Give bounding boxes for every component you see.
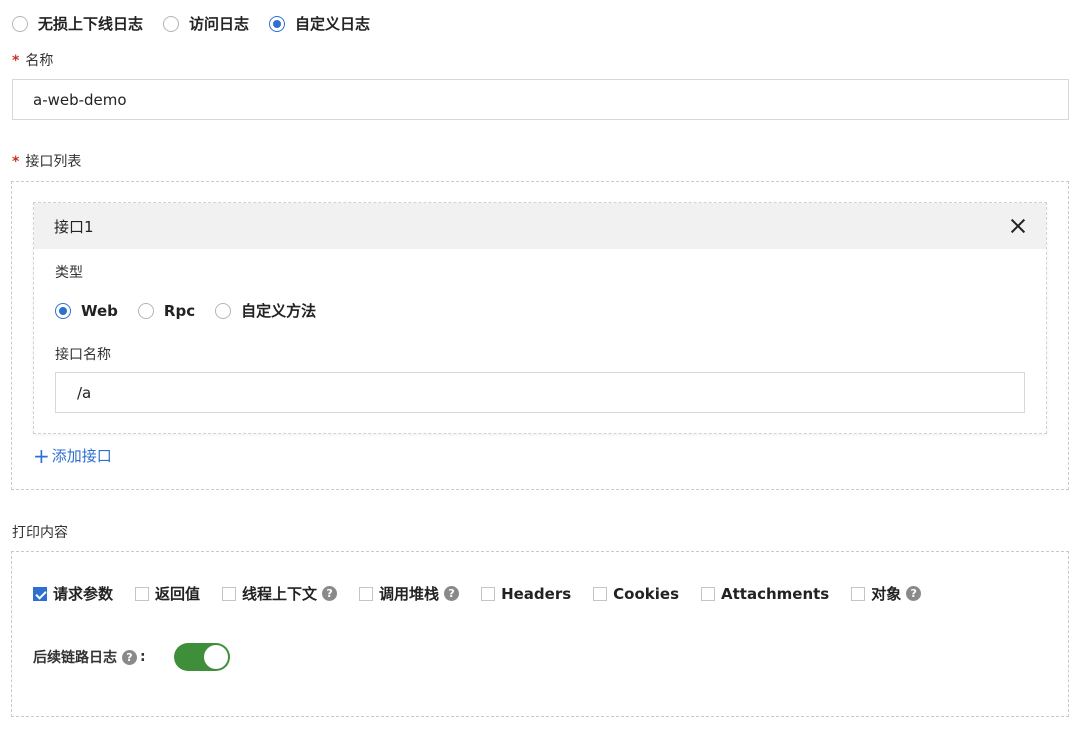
checkbox-return-value[interactable]: 返回值 — [135, 583, 200, 604]
subsequent-log-toggle[interactable] — [173, 643, 230, 671]
radio-option-custom-log[interactable]: 自定义日志 — [269, 13, 370, 34]
radio-label: 自定义方法 — [241, 302, 317, 320]
interface-list-label-text: 接口列表 — [25, 154, 82, 170]
toggle-knob — [203, 645, 228, 669]
checkbox-label: 返回值 — [155, 585, 201, 603]
checkbox-label: Attachments — [721, 584, 830, 603]
checkbox-attachments[interactable]: Attachments — [701, 585, 829, 603]
radio-option-web[interactable]: Web — [55, 302, 118, 320]
interface-card-header: 接口1 — [34, 203, 1046, 249]
radio-option-access-log[interactable]: 访问日志 — [163, 13, 249, 34]
colon: : — [140, 649, 146, 665]
checkbox-label: 对象 — [871, 585, 902, 603]
interface-name-value: /a — [77, 383, 92, 402]
add-interface-label: 添加接口 — [51, 447, 112, 465]
radio-circle-selected[interactable] — [55, 302, 71, 319]
close-icon[interactable] — [1010, 218, 1026, 234]
checkbox[interactable] — [359, 586, 374, 601]
radio-circle[interactable] — [163, 15, 180, 32]
checkbox-headers[interactable]: Headers — [481, 585, 571, 603]
plus-icon: + — [33, 443, 50, 468]
radio-label: Web — [81, 301, 118, 320]
radio-circle[interactable] — [12, 15, 28, 32]
help-icon[interactable]: ? — [906, 586, 922, 601]
interface-list-label: * 接口列表 — [12, 151, 81, 171]
checkbox[interactable] — [481, 586, 496, 601]
interface-card-title: 接口1 — [54, 217, 94, 236]
print-content-container — [11, 551, 1069, 717]
checkbox[interactable] — [135, 586, 150, 601]
radio-circle[interactable] — [137, 302, 154, 319]
help-icon[interactable]: ? — [322, 586, 338, 601]
help-icon[interactable]: ? — [122, 649, 137, 665]
name-input[interactable]: a-web-demo — [12, 79, 1069, 120]
checkbox-cookies[interactable]: Cookies — [593, 585, 679, 603]
checkbox[interactable] — [222, 586, 237, 601]
interface-type-radio-group: Web Rpc 自定义方法 — [55, 300, 316, 321]
radio-option-rpc[interactable]: Rpc — [137, 301, 196, 320]
print-options-group: 请求参数 返回值 线程上下文 ? 调用堆栈 ? Headers Cookies … — [33, 583, 922, 604]
checkbox[interactable] — [701, 586, 715, 601]
log-type-radio-group: 无损上下线日志 访问日志 自定义日志 — [12, 13, 370, 34]
radio-label: 访问日志 — [189, 15, 250, 33]
checkbox-label: 调用堆栈 — [379, 585, 440, 603]
interface-type-label: 类型 — [55, 265, 83, 281]
name-input-value: a-web-demo — [33, 90, 127, 109]
print-content-label: 打印内容 — [12, 525, 68, 541]
radio-circle-selected[interactable] — [269, 15, 286, 32]
checkbox-object[interactable]: 对象 ? — [851, 583, 922, 604]
checkbox-label: 请求参数 — [53, 585, 114, 603]
checkbox[interactable] — [593, 586, 608, 601]
name-label-text: 名称 — [25, 53, 54, 69]
radio-label: 无损上下线日志 — [38, 15, 144, 33]
checkbox-call-stack[interactable]: 调用堆栈 ? — [359, 583, 460, 604]
subsequent-log-label: 后续链路日志 — [33, 650, 117, 666]
required-mark: * — [12, 154, 20, 170]
radio-label: Rpc — [163, 301, 196, 320]
interface-name-label: 接口名称 — [55, 347, 111, 363]
checkbox-label: 线程上下文 — [242, 585, 318, 603]
subsequent-log-row: 后续链路日志 ? : — [33, 643, 230, 671]
radio-label: 自定义日志 — [295, 15, 371, 33]
checkbox-label: Cookies — [613, 584, 679, 603]
checkbox-label: Headers — [501, 584, 572, 603]
checkbox-thread-context[interactable]: 线程上下文 ? — [222, 583, 338, 604]
checkbox[interactable] — [851, 586, 866, 601]
radio-circle[interactable] — [215, 302, 232, 319]
required-mark: * — [12, 53, 20, 69]
checkbox-checked[interactable] — [33, 586, 47, 601]
interface-name-input[interactable]: /a — [55, 372, 1025, 413]
radio-option-lossless-log[interactable]: 无损上下线日志 — [12, 13, 143, 34]
help-icon[interactable]: ? — [444, 586, 460, 601]
checkbox-request-params[interactable]: 请求参数 — [33, 583, 113, 604]
radio-option-custom-method[interactable]: 自定义方法 — [215, 300, 316, 321]
name-field-label: * 名称 — [12, 50, 53, 70]
add-interface-link[interactable]: + 添加接口 — [33, 445, 112, 466]
